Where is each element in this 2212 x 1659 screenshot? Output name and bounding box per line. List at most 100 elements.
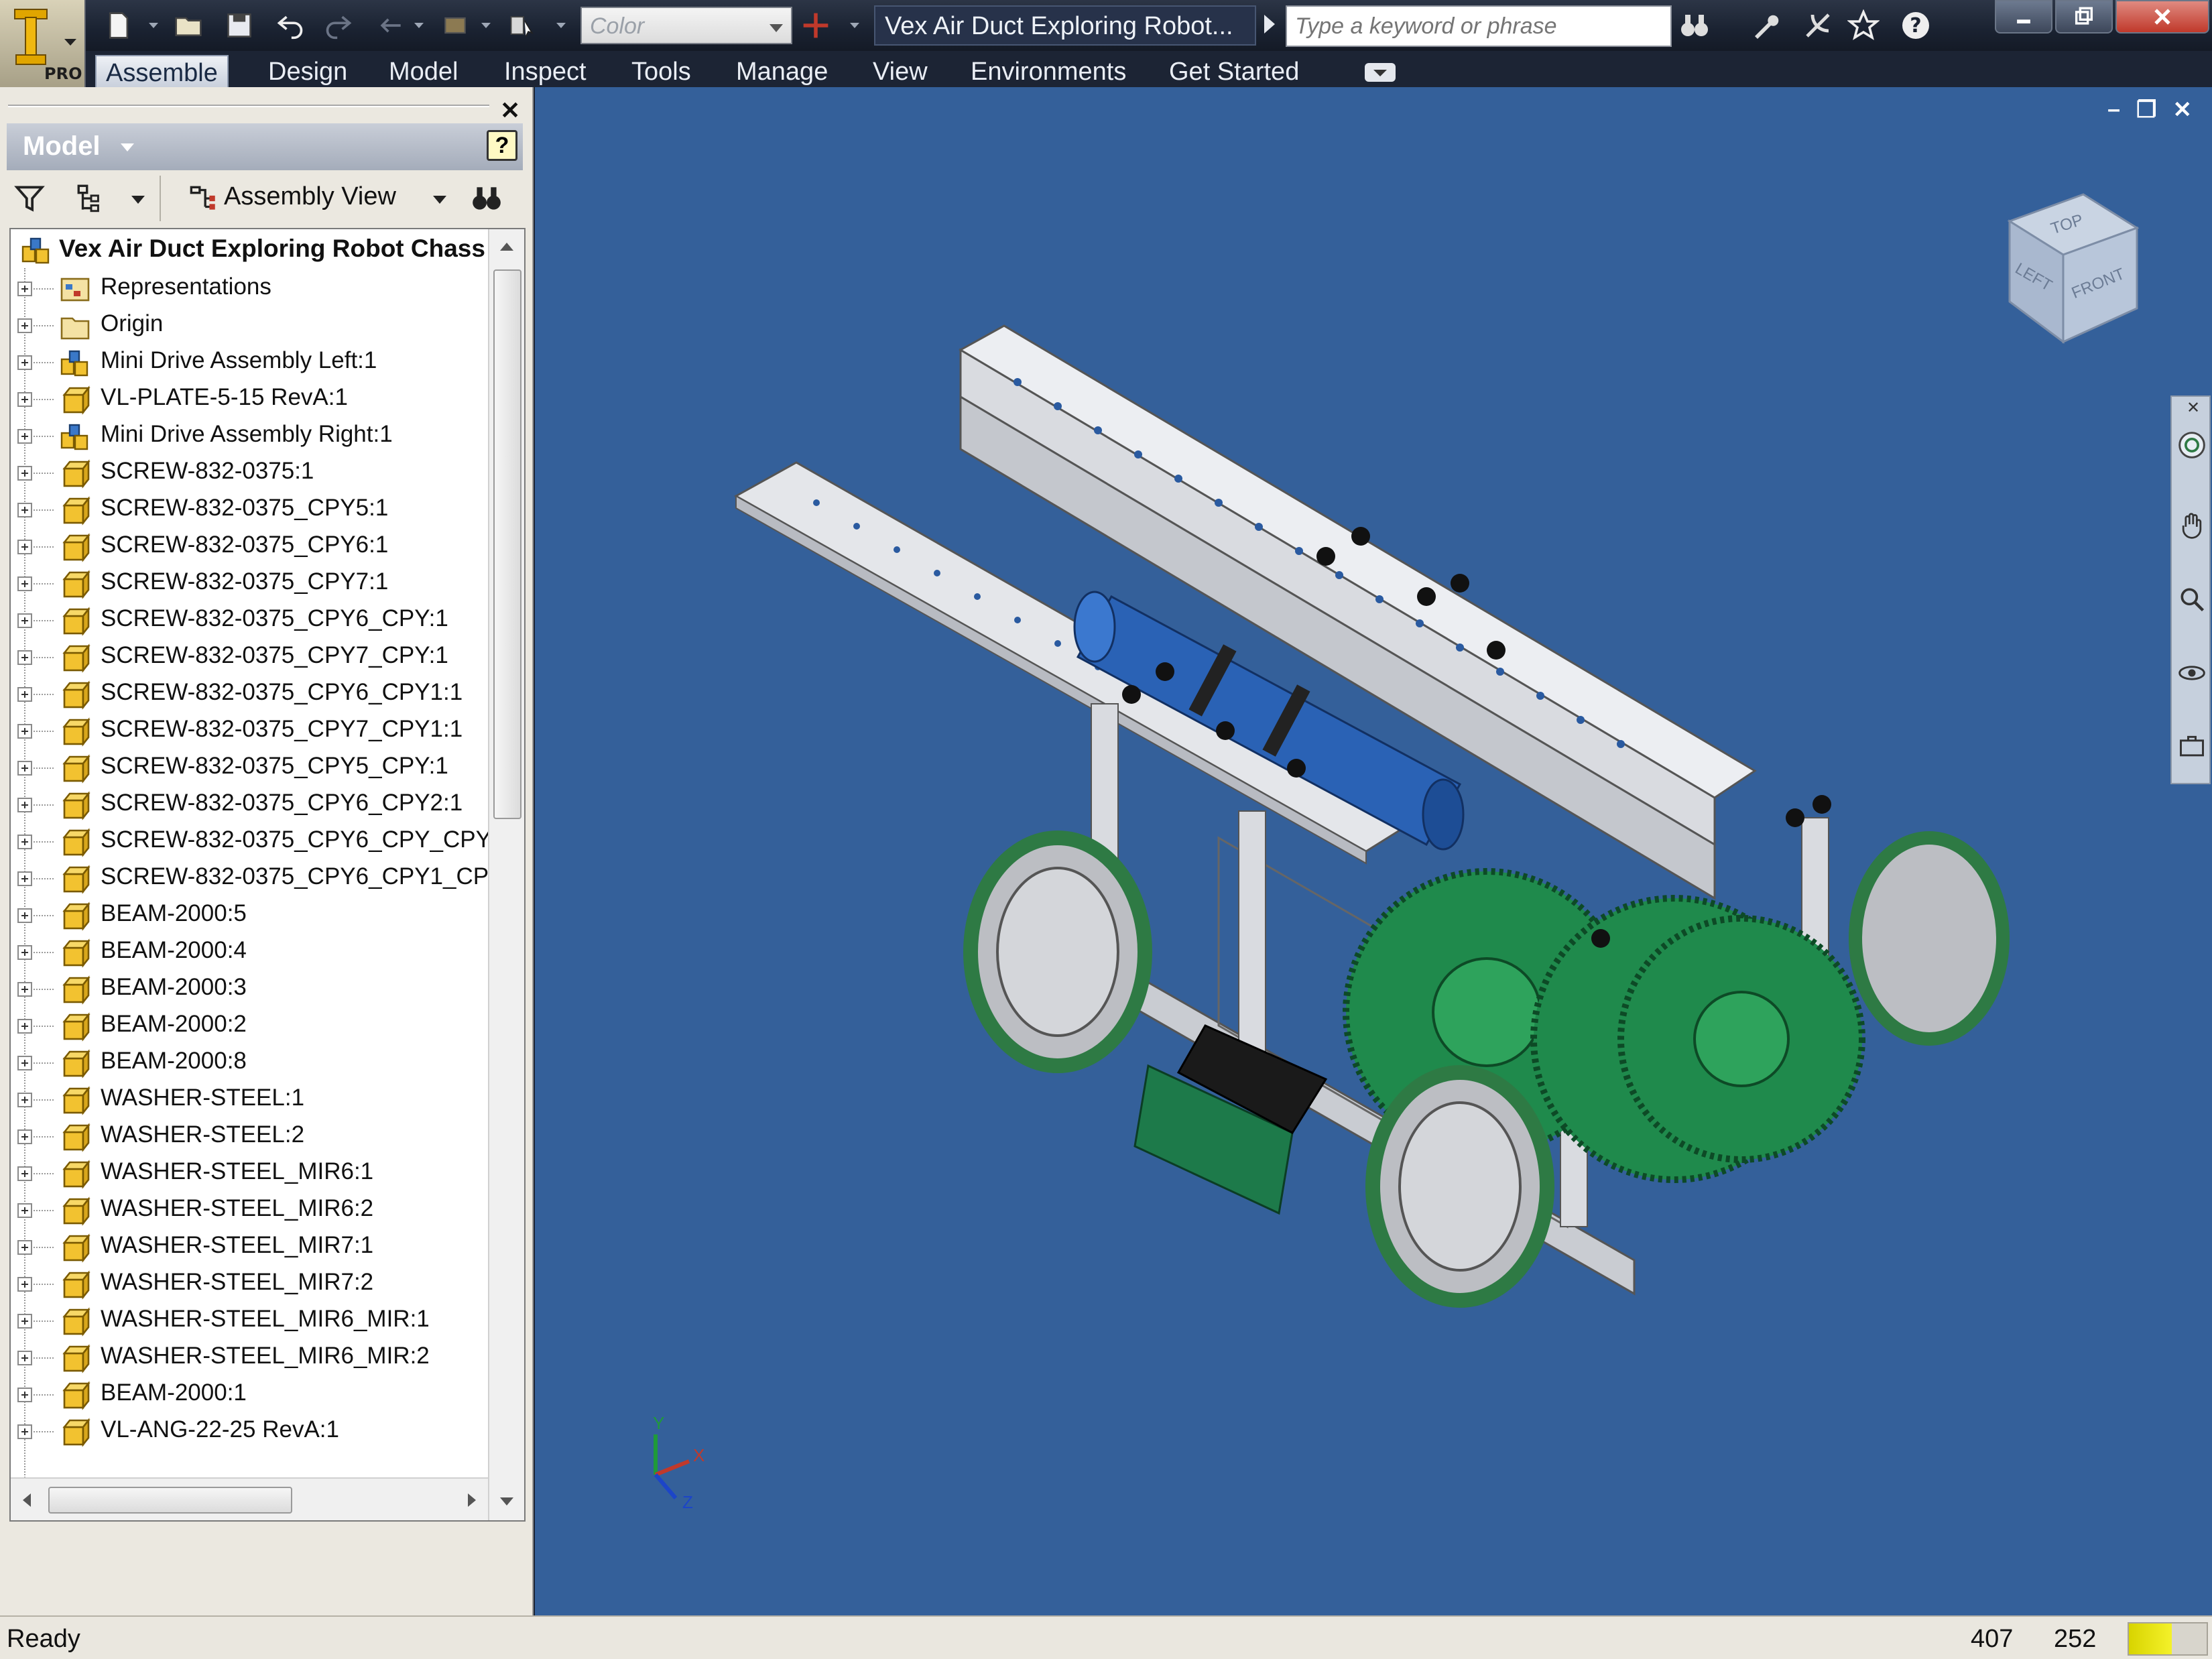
- expand-plus-icon[interactable]: [17, 908, 32, 923]
- expand-plus-icon[interactable]: [17, 540, 32, 554]
- tree-item[interactable]: WASHER-STEEL_MIR6:1: [11, 1154, 488, 1193]
- help-button[interactable]: ?: [1896, 5, 1936, 46]
- tree-root[interactable]: Vex Air Duct Exploring Robot Chass: [11, 231, 488, 269]
- tree-item[interactable]: SCREW-832-0375_CPY7_CPY:1: [11, 638, 488, 677]
- viewcube[interactable]: TOP LEFT FRONT: [1983, 181, 2157, 355]
- tab-get-started[interactable]: Get Started: [1160, 55, 1308, 87]
- undo-button[interactable]: [272, 7, 308, 44]
- expand-plus-icon[interactable]: [17, 798, 32, 812]
- look-at-icon[interactable]: [2177, 732, 2207, 761]
- orbit-icon[interactable]: [2177, 658, 2207, 688]
- chevron-down-icon[interactable]: [131, 196, 145, 204]
- minimize-ribbon-button[interactable]: [1365, 63, 1396, 82]
- return-button[interactable]: [373, 7, 409, 44]
- close-navbar-icon[interactable]: ✕: [2187, 398, 2200, 418]
- open-button[interactable]: [170, 7, 206, 44]
- expand-plus-icon[interactable]: [17, 982, 32, 997]
- tab-design[interactable]: Design: [259, 55, 357, 87]
- scroll-down-icon[interactable]: [500, 1497, 513, 1506]
- browser-header[interactable]: Model ?: [7, 123, 523, 170]
- close-viewport-icon[interactable]: ✕: [2173, 97, 2193, 123]
- expand-plus-icon[interactable]: [17, 576, 32, 591]
- tab-manage[interactable]: Manage: [727, 55, 837, 87]
- expand-plus-icon[interactable]: [17, 1019, 32, 1034]
- tree-item[interactable]: WASHER-STEEL_MIR7:1: [11, 1228, 488, 1267]
- communication-center-button[interactable]: [1798, 5, 1838, 46]
- tree-item[interactable]: SCREW-832-0375_CPY5:1: [11, 491, 488, 530]
- expand-plus-icon[interactable]: [17, 282, 32, 296]
- minimize-viewport-icon[interactable]: –: [2107, 97, 2120, 123]
- restore-window-button[interactable]: [2055, 0, 2113, 34]
- expand-plus-icon[interactable]: [17, 1240, 32, 1255]
- tree-item[interactable]: BEAM-2000:4: [11, 933, 488, 972]
- favorites-button[interactable]: [1843, 5, 1884, 46]
- tab-view[interactable]: View: [863, 55, 937, 87]
- tab-model[interactable]: Model: [379, 55, 468, 87]
- tree-item[interactable]: Mini Drive Assembly Right:1: [11, 417, 488, 456]
- expand-plus-icon[interactable]: [17, 687, 32, 702]
- measure-button[interactable]: [798, 7, 834, 44]
- expand-plus-icon[interactable]: [17, 1424, 32, 1439]
- tree-item[interactable]: BEAM-2000:2: [11, 1007, 488, 1046]
- pan-hand-icon[interactable]: [2177, 511, 2207, 540]
- horizontal-scrollbar[interactable]: [11, 1477, 488, 1520]
- close-panel-icon[interactable]: ✕: [500, 97, 520, 125]
- expand-plus-icon[interactable]: [17, 318, 32, 333]
- tree-item[interactable]: SCREW-832-0375_CPY6:1: [11, 528, 488, 566]
- view-dropdown-chevron-icon[interactable]: [433, 196, 446, 204]
- expand-plus-icon[interactable]: [17, 1093, 32, 1107]
- expand-plus-icon[interactable]: [17, 724, 32, 739]
- expand-plus-icon[interactable]: [17, 503, 32, 517]
- scroll-left-icon[interactable]: [23, 1493, 31, 1507]
- redo-button[interactable]: [320, 7, 357, 44]
- browser-help-icon[interactable]: ?: [487, 130, 517, 161]
- tree-item[interactable]: SCREW-832-0375_CPY7:1: [11, 564, 488, 603]
- expand-plus-icon[interactable]: [17, 466, 32, 481]
- search-input[interactable]: [1286, 5, 1672, 47]
- expand-plus-icon[interactable]: [17, 1277, 32, 1292]
- tree-item[interactable]: SCREW-832-0375_CPY6_CPY2:1: [11, 786, 488, 824]
- tree-item[interactable]: SCREW-832-0375_CPY6_CPY_CPY:1: [11, 822, 509, 861]
- expand-plus-icon[interactable]: [17, 1314, 32, 1329]
- expand-plus-icon[interactable]: [17, 1388, 32, 1402]
- tree-item[interactable]: WASHER-STEEL_MIR6:2: [11, 1191, 488, 1230]
- expand-plus-icon[interactable]: [17, 392, 32, 407]
- tree-item[interactable]: WASHER-STEEL:1: [11, 1081, 488, 1119]
- close-window-button[interactable]: [2115, 0, 2209, 34]
- tab-assemble[interactable]: Assemble: [95, 55, 229, 87]
- scroll-up-icon[interactable]: [500, 243, 513, 251]
- restore-viewport-icon[interactable]: ❐: [2136, 97, 2156, 123]
- assembly-view-dropdown[interactable]: Assembly View: [224, 182, 396, 211]
- tree-item[interactable]: Mini Drive Assembly Left:1: [11, 343, 488, 382]
- robot-chassis-model[interactable]: [535, 87, 2212, 1615]
- subscription-button[interactable]: [1745, 5, 1786, 46]
- expand-plus-icon[interactable]: [17, 613, 32, 628]
- tab-environments[interactable]: Environments: [961, 55, 1135, 87]
- scroll-thumb[interactable]: [493, 269, 521, 819]
- new-file-button[interactable]: [101, 7, 137, 44]
- vertical-scrollbar[interactable]: [488, 229, 524, 1520]
- find-button[interactable]: [468, 180, 505, 217]
- expand-arrow-icon[interactable]: [1264, 15, 1275, 34]
- tree-item[interactable]: SCREW-832-0375_CPY6_CPY:1: [11, 601, 488, 640]
- steering-wheel-icon[interactable]: [2177, 430, 2207, 460]
- tree-item[interactable]: VL-ANG-22-25 RevA:1: [11, 1412, 488, 1451]
- expand-plus-icon[interactable]: [17, 945, 32, 960]
- expand-plus-icon[interactable]: [17, 1056, 32, 1070]
- expand-plus-icon[interactable]: [17, 1203, 32, 1218]
- tree-item[interactable]: SCREW-832-0375_CPY5_CPY:1: [11, 749, 488, 788]
- update-button[interactable]: [437, 7, 473, 44]
- tree-item[interactable]: BEAM-2000:8: [11, 1044, 488, 1083]
- color-dropdown[interactable]: Color: [580, 7, 792, 44]
- scroll-right-icon[interactable]: [468, 1493, 476, 1507]
- expand-plus-icon[interactable]: [17, 429, 32, 444]
- expand-plus-icon[interactable]: [17, 761, 32, 776]
- assembly-view-icon-button[interactable]: [184, 180, 221, 217]
- application-menu-button[interactable]: PRO: [0, 0, 86, 87]
- tree-item[interactable]: SCREW-832-0375:1: [11, 454, 488, 493]
- expand-plus-icon[interactable]: [17, 1129, 32, 1144]
- tree-item[interactable]: Origin: [11, 306, 488, 345]
- save-button[interactable]: [221, 7, 257, 44]
- tree-item[interactable]: WASHER-STEEL_MIR7:2: [11, 1265, 488, 1304]
- search-binoculars-button[interactable]: [1674, 5, 1715, 46]
